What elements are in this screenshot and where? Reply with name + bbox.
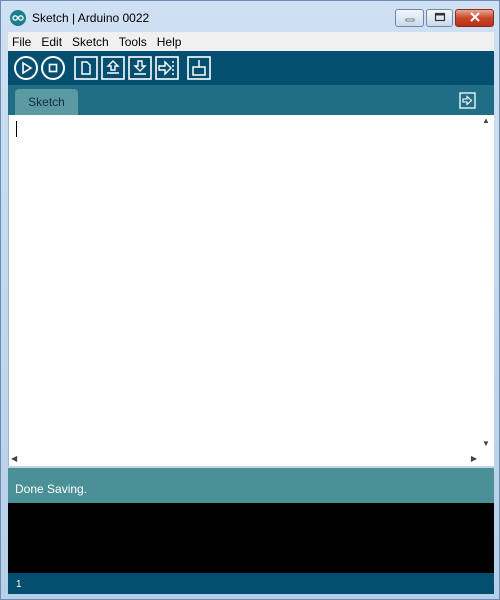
- menu-bar: File Edit Sketch Tools Help: [8, 32, 494, 51]
- verify-icon: [22, 61, 33, 75]
- arduino-ide-window: Sketch | Arduino 0022 File Edit Sketch T…: [0, 0, 500, 600]
- footer-bar: 1: [8, 573, 494, 594]
- status-bar: Done Saving.: [8, 468, 494, 503]
- new-button[interactable]: [74, 56, 98, 80]
- menu-sketch[interactable]: Sketch: [67, 35, 114, 49]
- serial-monitor-button[interactable]: [187, 56, 211, 80]
- menu-help[interactable]: Help: [152, 35, 187, 49]
- tab-bar: Sketch: [8, 85, 494, 115]
- toolbar: [8, 51, 494, 85]
- tab-menu-icon: [459, 92, 476, 109]
- horizontal-scrollbar[interactable]: ◀ ▶: [9, 452, 479, 466]
- save-button[interactable]: [128, 56, 152, 80]
- scroll-down-icon[interactable]: ▼: [482, 440, 490, 448]
- tab-label: Sketch: [28, 95, 65, 109]
- scroll-up-icon[interactable]: ▲: [482, 117, 490, 125]
- menu-file[interactable]: File: [8, 35, 36, 49]
- close-button[interactable]: [455, 9, 494, 27]
- arduino-logo-icon: [10, 10, 26, 26]
- minimize-button[interactable]: [395, 9, 424, 27]
- window-title: Sketch | Arduino 0022: [32, 11, 150, 25]
- status-message: Done Saving.: [15, 482, 88, 496]
- tab-sketch[interactable]: Sketch: [15, 89, 78, 115]
- maximize-icon: [434, 9, 446, 27]
- vertical-scrollbar[interactable]: ▲ ▼: [478, 115, 494, 452]
- maximize-button[interactable]: [426, 9, 453, 27]
- upload-button[interactable]: [155, 56, 179, 80]
- stop-icon: [48, 63, 58, 73]
- upload-icon: [155, 56, 179, 80]
- scroll-left-icon[interactable]: ◀: [11, 455, 17, 463]
- verify-button[interactable]: [14, 56, 38, 80]
- tab-menu-button[interactable]: [459, 92, 476, 109]
- line-number: 1: [16, 579, 22, 590]
- menu-edit[interactable]: Edit: [36, 35, 67, 49]
- menu-tools[interactable]: Tools: [114, 35, 152, 49]
- stop-button[interactable]: [41, 56, 65, 80]
- new-icon: [74, 56, 98, 80]
- serial-monitor-icon: [187, 56, 211, 80]
- save-icon: [128, 56, 152, 80]
- open-icon: [101, 56, 125, 80]
- scroll-right-icon[interactable]: ▶: [471, 455, 477, 463]
- open-button[interactable]: [101, 56, 125, 80]
- console-output[interactable]: [8, 503, 494, 573]
- minimize-icon: [405, 9, 415, 27]
- close-icon: [469, 9, 481, 27]
- title-bar[interactable]: Sketch | Arduino 0022: [1, 1, 499, 31]
- text-caret: [16, 121, 17, 137]
- code-editor[interactable]: ▲ ▼ ◀ ▶: [8, 115, 494, 466]
